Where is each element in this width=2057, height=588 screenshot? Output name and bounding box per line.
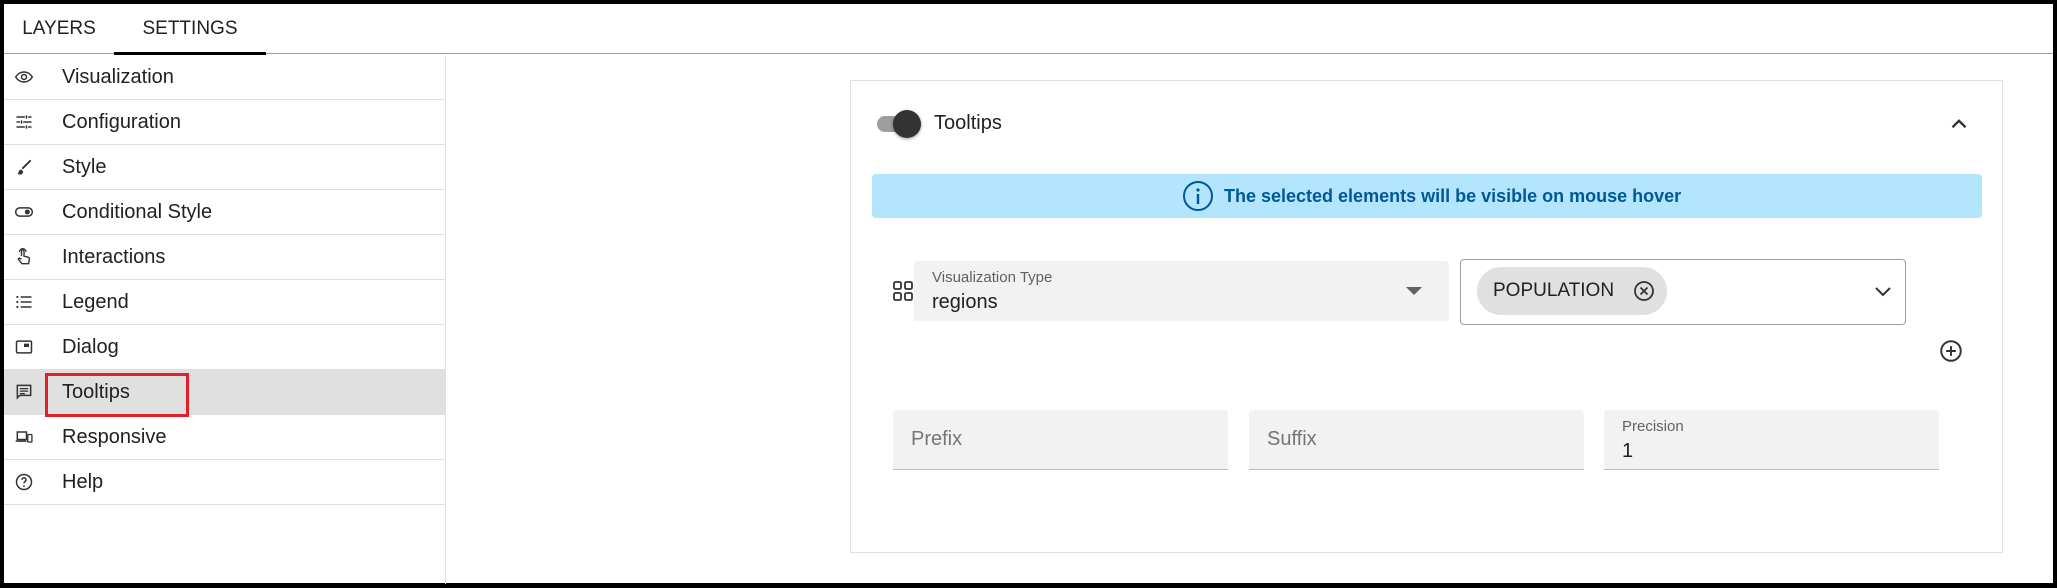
- devices-icon: [15, 431, 33, 443]
- sidebar-item-responsive[interactable]: Responsive: [4, 415, 446, 460]
- brush-icon: [17, 159, 32, 175]
- chip-label: POPULATION: [1493, 280, 1615, 301]
- tune-icon: [16, 115, 32, 129]
- prefix-field[interactable]: Prefix: [893, 410, 1228, 470]
- sidebar-item-label: Conditional Style: [62, 201, 213, 223]
- sidebar-item-label: Help: [62, 471, 104, 493]
- sidebar-item-dialog[interactable]: Dialog: [4, 325, 446, 370]
- toggle-icon: [14, 207, 34, 217]
- sidebar-item-conditional-style[interactable]: Conditional Style: [4, 190, 446, 235]
- tab-settings-label: SETTINGS: [142, 18, 238, 39]
- tooltips-toggle[interactable]: [875, 106, 925, 140]
- precision-field[interactable]: Precision 1: [1604, 410, 1939, 470]
- sidebar-item-configuration[interactable]: Configuration: [4, 100, 446, 145]
- touch-icon: [17, 248, 31, 265]
- comment-icon: [16, 384, 32, 400]
- suffix-placeholder: Suffix: [1267, 428, 1317, 450]
- sidebar-item-label: Interactions: [62, 246, 166, 268]
- field-chip: POPULATION: [1477, 267, 1667, 315]
- sidebar-item-tooltips[interactable]: Tooltips: [4, 370, 446, 417]
- sidebar-item-style[interactable]: Style: [4, 145, 446, 190]
- sidebar-item-label: Dialog: [62, 336, 119, 358]
- info-message: The selected elements will be visible on…: [1224, 186, 1682, 206]
- tooltips-panel: Tooltips The selected elements will be v…: [850, 80, 2003, 553]
- visualization-type-select[interactable]: Visualization Type regions: [914, 261, 1449, 321]
- info-banner: The selected elements will be visible on…: [872, 174, 1982, 218]
- grid-icon: [893, 281, 913, 301]
- sidebar-item-interactions[interactable]: Interactions: [4, 235, 446, 280]
- caret-down-icon: [1406, 287, 1422, 295]
- fields-multiselect[interactable]: POPULATION: [1460, 259, 1906, 325]
- tab-settings[interactable]: SETTINGS: [114, 4, 266, 55]
- chevron-down-icon: [1875, 287, 1891, 297]
- sidebar-item-legend[interactable]: Legend: [4, 280, 446, 325]
- settings-sidebar: Visualization Configuration Style Condit…: [4, 55, 446, 584]
- tab-layers[interactable]: LAYERS: [4, 4, 114, 54]
- add-circle-icon[interactable]: [1938, 338, 1964, 364]
- remove-chip-icon[interactable]: [1632, 279, 1656, 303]
- sidebar-item-label: Responsive: [62, 426, 167, 448]
- toggle-thumb: [893, 110, 921, 138]
- info-icon: [1183, 181, 1213, 211]
- suffix-field[interactable]: Suffix: [1249, 410, 1584, 470]
- sidebar-item-label: Legend: [62, 291, 129, 313]
- sidebar-item-label: Visualization: [62, 66, 174, 88]
- precision-label: Precision: [1622, 418, 1684, 435]
- visualization-type-value: regions: [932, 291, 998, 313]
- panel-title: Tooltips: [934, 112, 1002, 134]
- precision-value: 1: [1622, 440, 1634, 462]
- sidebar-item-visualization[interactable]: Visualization: [4, 55, 446, 100]
- sidebar-item-help[interactable]: Help: [4, 460, 446, 505]
- help-icon: [15, 473, 33, 491]
- highlight-box: [45, 373, 189, 417]
- list-icon: [16, 295, 32, 309]
- sidebar-item-label: Configuration: [62, 111, 181, 133]
- sidebar-item-label: Style: [62, 156, 107, 178]
- chevron-up-icon[interactable]: [1946, 111, 1972, 137]
- prefix-placeholder: Prefix: [911, 428, 963, 450]
- visualization-type-label: Visualization Type: [932, 269, 1053, 286]
- dialog-icon: [15, 340, 33, 354]
- top-tabs: LAYERS SETTINGS: [4, 4, 2053, 55]
- eye-icon: [14, 71, 34, 83]
